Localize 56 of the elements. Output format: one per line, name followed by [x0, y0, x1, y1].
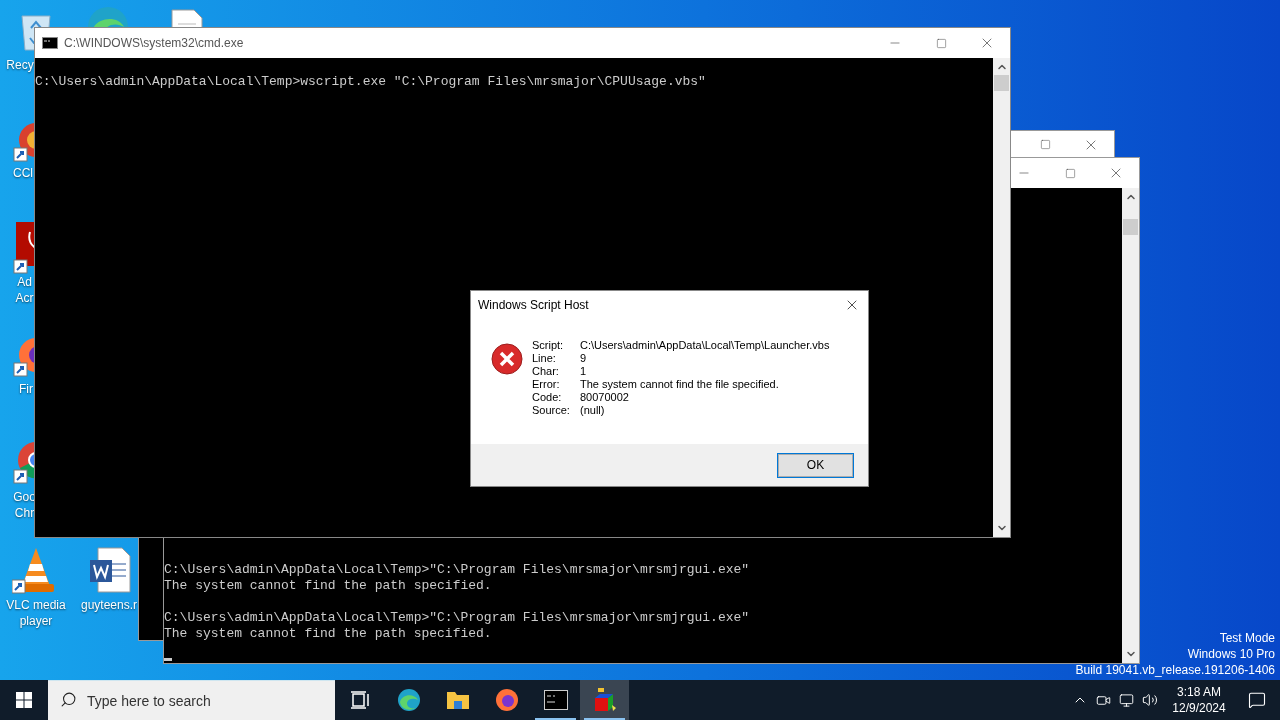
windows-icon: [16, 692, 32, 708]
scrollbar[interactable]: [1122, 188, 1139, 663]
field-value: 80070002: [580, 391, 630, 404]
acrobat-icon: [12, 222, 34, 274]
scroll-thumb[interactable]: [1123, 219, 1138, 235]
scrollbar[interactable]: [993, 58, 1010, 537]
icon-label: Acr: [15, 290, 34, 306]
clock[interactable]: 3:18 AM 12/9/2024: [1168, 684, 1230, 716]
scroll-thumb[interactable]: [994, 75, 1009, 91]
maximize-icon: [935, 37, 947, 49]
window-title: C:\WINDOWS\system32\cmd.exe: [64, 35, 244, 52]
icon-label: Fir: [19, 381, 33, 397]
console-line: The system cannot find the path specified.: [164, 626, 493, 642]
field-value: The system cannot find the file specified.: [580, 378, 780, 391]
search-field[interactable]: Type here to search: [48, 680, 335, 720]
system-watermark: Build 19041.vb_release.191206-1406: [1075, 662, 1275, 678]
console-line: C:\Users\admin\AppData\Local\Temp>"C:\Program Files\mrsmajor\mrsmjrgui.exe": [164, 610, 751, 626]
console-line: C:\Users\admin\AppData\Local\Temp>"C:\Program Files\mrsmajor\mrsmjrgui.exe": [164, 562, 751, 578]
notification-icon[interactable]: [1248, 691, 1266, 709]
word-document-icon: [88, 546, 132, 594]
icon-label: player: [19, 613, 53, 629]
field-value: 1: [580, 365, 588, 378]
icon-label: CCl: [13, 165, 33, 181]
task-view-icon: [349, 691, 370, 709]
ok-button[interactable]: OK: [778, 453, 853, 477]
icon-label: Ad: [17, 274, 32, 290]
icon-label: VLC media: [6, 597, 66, 613]
field-value: 9: [580, 352, 588, 365]
system-watermark: Test Mode: [1219, 630, 1275, 646]
dialog-title: Windows Script Host: [478, 297, 589, 314]
system-watermark: Windows 10 Pro: [1187, 646, 1275, 662]
console-icon: [42, 37, 58, 49]
volume-icon[interactable]: [1142, 692, 1158, 708]
field-label: Line:: [532, 352, 557, 365]
firefox-icon: [494, 688, 519, 712]
text-cursor: [164, 658, 172, 661]
field-label: Error:: [532, 378, 561, 391]
taskbar-app[interactable]: [580, 680, 629, 720]
console-icon: [543, 690, 568, 710]
field-value: (null): [580, 404, 606, 417]
folder-icon: [445, 690, 470, 710]
icon-label: guyteens.r: [80, 597, 137, 613]
icon-label: Goo: [13, 489, 36, 505]
icon-label: Recy: [6, 57, 34, 73]
field-value: C:\Users\admin\AppData\Local\Temp\Launcher.vbs: [580, 339, 830, 352]
search-icon: [60, 691, 77, 708]
field-label: Source:: [532, 404, 571, 417]
console-line: C:\Users\admin\AppData\Local\Temp>wscript.exe "C:\Program Files\mrsmajor\CPUUsage.vbs": [35, 74, 707, 90]
field-label: Script:: [532, 339, 565, 352]
field-label: Char:: [532, 365, 560, 378]
network-icon[interactable]: [1119, 692, 1134, 708]
console-line: The system cannot find the path specified.: [164, 578, 493, 594]
error-icon: [491, 343, 523, 375]
field-label: Code:: [532, 391, 563, 404]
icon-label: Chr: [14, 505, 35, 521]
edge-icon: [396, 688, 421, 712]
